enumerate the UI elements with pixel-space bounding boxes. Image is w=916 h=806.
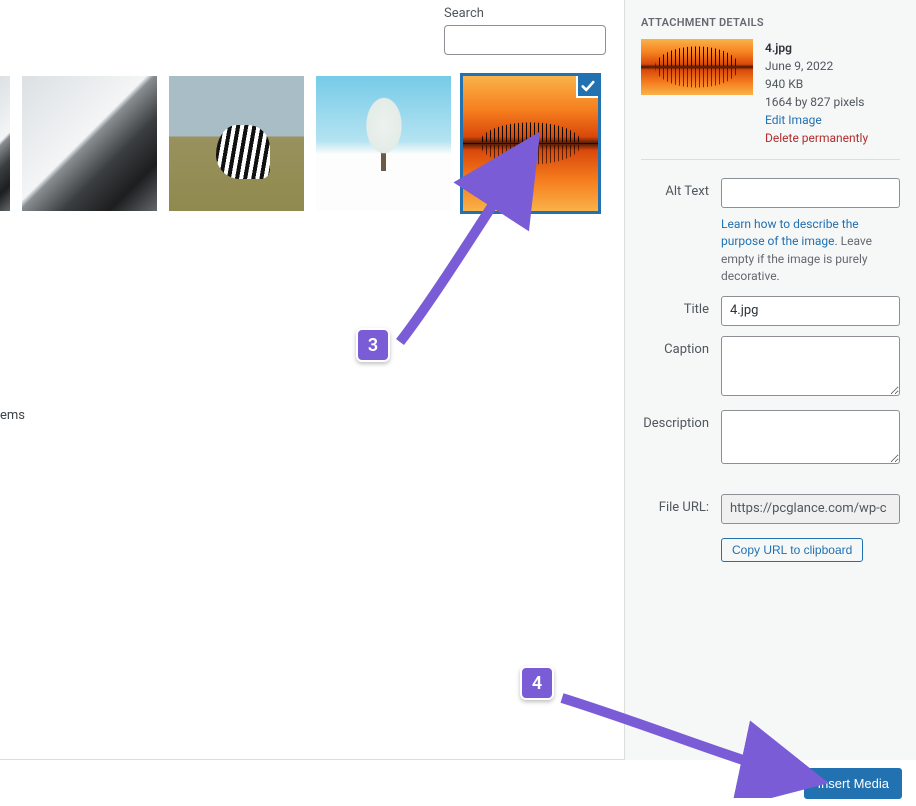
selected-check-icon [576,76,598,98]
image-thumb-rocks[interactable] [22,76,157,211]
delete-permanently-link[interactable]: Delete permanently [765,129,868,147]
photo-icon [0,76,10,211]
thumbnail-grid [0,76,598,211]
description-input[interactable] [721,410,900,464]
image-thumb-snowtree[interactable] [316,76,451,211]
zebra-photo-icon [169,76,304,211]
fileurl-label: File URL: [641,494,721,515]
items-text: ems [0,408,25,423]
alt-help-row: Learn how to describe the purpose of the… [641,212,900,286]
description-label: Description [641,410,721,431]
caption-row: Caption [641,336,900,400]
alt-text-label: Alt Text [641,178,721,199]
edit-image-link[interactable]: Edit Image [765,111,868,129]
attachment-date: June 9, 2022 [765,57,868,75]
insert-media-button[interactable]: Insert Media [804,768,902,799]
attachment-details-panel: ATTACHMENT DETAILS 4.jpg June 9, 2022 94… [624,0,916,806]
copy-url-button[interactable]: Copy URL to clipboard [721,538,863,562]
alt-text-input[interactable] [721,178,900,208]
title-row: Title [641,296,900,326]
title-label: Title [641,296,721,317]
image-thumb-zebra[interactable] [169,76,304,211]
snow-tree-photo-icon [316,76,451,211]
fileurl-input[interactable] [721,494,900,524]
search-group: Search [444,6,606,55]
image-thumb-partial[interactable] [0,76,10,211]
caption-input[interactable] [721,336,900,396]
media-footer: Insert Media [0,760,916,806]
image-thumb-sunset[interactable] [463,76,598,211]
alt-help-text: Learn how to describe the purpose of the… [721,216,900,286]
fileurl-row: File URL: [641,494,900,524]
panel-title: ATTACHMENT DETAILS [641,16,900,29]
attachment-filename: 4.jpg [765,39,868,57]
caption-label: Caption [641,336,721,357]
search-label: Search [444,6,606,21]
sunset-photo-icon [641,39,753,95]
attachment-size: 940 KB [765,75,868,93]
title-input[interactable] [721,296,900,326]
media-library-main: Search ems [0,0,624,760]
attachment-preview [641,39,753,95]
attachment-dimensions: 1664 by 827 pixels [765,93,868,111]
attachment-metadata: 4.jpg June 9, 2022 940 KB 1664 by 827 pi… [765,39,868,147]
copy-row: Copy URL to clipboard [641,528,900,562]
rocks-photo-icon [22,76,157,211]
alt-text-row: Alt Text [641,178,900,208]
attachment-header: 4.jpg June 9, 2022 940 KB 1664 by 827 pi… [641,39,900,160]
description-row: Description [641,410,900,468]
search-input[interactable] [444,25,606,55]
